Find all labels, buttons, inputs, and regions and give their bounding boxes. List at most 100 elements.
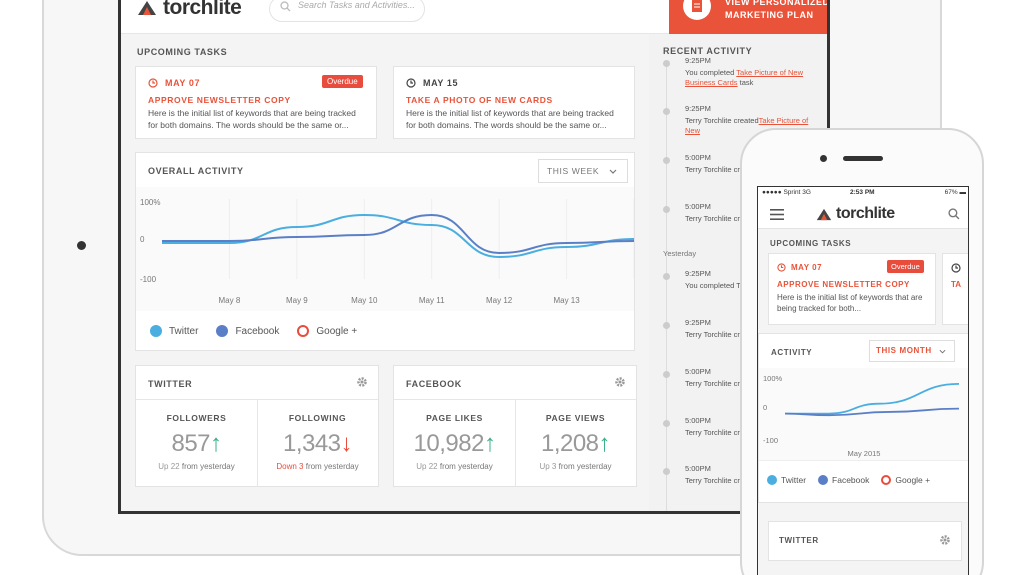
arrow-up-icon: ↑ [483, 430, 496, 457]
battery-percent: 67% [944, 189, 958, 196]
search-icon [280, 1, 291, 12]
page-views-change: Up 3 from yesterday [515, 462, 636, 471]
hamburger-menu-icon[interactable] [770, 209, 784, 220]
activity-time: 9:25PM [685, 318, 711, 327]
change-suffix: from yesterday [439, 462, 493, 471]
activity-prefix: You completed [685, 68, 737, 77]
legend-facebook[interactable]: Facebook [235, 326, 279, 337]
following-value: 1,343↓ [257, 430, 378, 458]
range-select[interactable]: THIS WEEK [538, 159, 628, 183]
chevron-down-icon [609, 169, 617, 174]
gear-icon[interactable] [356, 376, 368, 388]
x-tick-label: May 11 [419, 296, 445, 305]
phone-logo[interactable]: torchlite [816, 205, 895, 223]
carrier-name: Sprint [783, 189, 801, 196]
logo[interactable]: torchlite [137, 0, 242, 20]
activity-time: 5:00PM [685, 464, 711, 473]
followers-value: 857↑ [136, 430, 257, 458]
activity-chart: 100% 0 -100 May 8 May 9 May 10 May 11 May 12 May… [136, 187, 634, 311]
task-title: TAKE A PHOTO OF NEW CARDS [406, 95, 553, 105]
timeline-dot [663, 60, 670, 67]
gear-icon[interactable] [939, 534, 951, 546]
legend-facebook[interactable]: Facebook [832, 475, 869, 485]
arrow-down-icon: ↓ [340, 430, 353, 457]
activity-time: 9:25PM [685, 56, 711, 65]
twitter-title: TWITTER [148, 379, 193, 389]
activity-time: 9:25PM [685, 104, 711, 113]
logo-text: torchlite [163, 0, 242, 19]
phone-legend: Twitter Facebook Google + [759, 460, 968, 502]
following-label: FOLLOWING [288, 413, 347, 423]
overall-activity-card: OVERALL ACTIVITY THIS WEEK 100% 0 -100 May … [135, 152, 635, 351]
overdue-badge: Overdue [322, 75, 363, 88]
task-date: MAY 07 [148, 78, 200, 88]
y-tick-label: 100% [140, 198, 160, 207]
page-likes-number: 10,982 [413, 430, 485, 457]
search-input[interactable]: Search Tasks and Activities... [269, 0, 425, 22]
phone-twitter-title: TWITTER [779, 536, 819, 545]
twitter-legend-dot [150, 325, 162, 337]
twitter-legend-dot [767, 475, 777, 485]
page-views-value: 1,208↑ [515, 430, 636, 458]
phone-task-card-peek[interactable]: TA [942, 253, 968, 325]
x-axis-label: May 2015 [848, 449, 881, 458]
x-tick-label: May 13 [553, 296, 580, 305]
legend-google[interactable]: Google + [895, 475, 930, 485]
facebook-stats-card: FACEBOOK PAGE LIKES 10,982↑ Up 22 from y… [393, 365, 637, 487]
activity-text: You completed Take Picture of New Busine… [685, 68, 825, 88]
google-legend-dot [297, 325, 310, 337]
gear-icon[interactable] [614, 376, 626, 388]
arrow-up-icon: ↑ [210, 430, 222, 457]
following-number: 1,343 [282, 430, 341, 457]
timeline-dot [663, 273, 670, 280]
activity-prefix: Terry Torchlite created [685, 116, 759, 125]
phone-task-date: MAY 07 [777, 263, 822, 272]
series-line-facebook [784, 407, 960, 417]
torch-logo-icon [138, 1, 156, 15]
change-suffix: from yesterday [558, 462, 612, 471]
clock-icon [406, 78, 416, 88]
activity-prefix: You completed T [685, 281, 741, 290]
phone-task-card[interactable]: MAY 07 Overdue APPROVE NEWSLETTER COPY H… [768, 253, 936, 325]
activity-time: 5:00PM [685, 512, 711, 514]
facebook-title: FACEBOOK [406, 379, 462, 389]
marketing-showcase: torchlite Search Tasks and Activities...… [0, 0, 1024, 575]
task-card[interactable]: MAY 15 TAKE A PHOTO OF NEW CARDS Here is… [393, 66, 635, 139]
following-change: Down 3 from yesterday [257, 462, 378, 471]
phone-logo-text: torchlite [836, 205, 895, 222]
facebook-legend-dot [216, 325, 229, 337]
tablet-screen: torchlite Search Tasks and Activities...… [118, 0, 830, 514]
search-icon[interactable] [948, 208, 960, 220]
twitter-stats-card: TWITTER FOLLOWERS 857↑ Up 22 from yester… [135, 365, 379, 487]
promo-line-1: VIEW PERSONALIZED [725, 0, 830, 7]
phone-legend-row: Twitter Facebook Google + [767, 475, 930, 485]
change-suffix: from yesterday [305, 462, 359, 471]
y-tick-label: -100 [763, 436, 778, 445]
activity-time: 9:25PM [685, 269, 711, 278]
battery: 67% ▬ [944, 189, 966, 196]
document-icon [683, 0, 711, 20]
phone-camera [820, 155, 827, 162]
legend-twitter[interactable]: Twitter [169, 326, 198, 337]
activity-time: 5:00PM [685, 202, 711, 211]
promo-line-2: MARKETING PLAN [725, 10, 814, 20]
timeline-dot [663, 108, 670, 115]
overdue-badge: Overdue [887, 260, 924, 273]
legend-google[interactable]: Google + [316, 326, 357, 337]
phone-task-date-text: MAY 07 [791, 263, 823, 272]
task-description: Here is the initial list of keywords tha… [148, 108, 356, 130]
clock-icon [777, 263, 786, 272]
marketing-plan-button[interactable]: VIEW PERSONALIZED MARKETING PLAN [669, 0, 830, 34]
task-card[interactable]: MAY 07 Overdue APPROVE NEWSLETTER COPY H… [135, 66, 377, 139]
phone-header: torchlite [758, 199, 968, 229]
x-tick-label: May 10 [351, 296, 378, 305]
change-suffix: from yesterday [181, 462, 235, 471]
timeline-dot [663, 468, 670, 475]
phone-activity-title: ACTIVITY [771, 348, 813, 357]
followers-number: 857 [171, 430, 211, 457]
month-select[interactable]: THIS MONTH [869, 340, 955, 362]
legend-twitter[interactable]: Twitter [781, 475, 806, 485]
timeline-dot [663, 206, 670, 213]
google-legend-dot [881, 475, 892, 485]
phone-speaker [843, 156, 883, 161]
